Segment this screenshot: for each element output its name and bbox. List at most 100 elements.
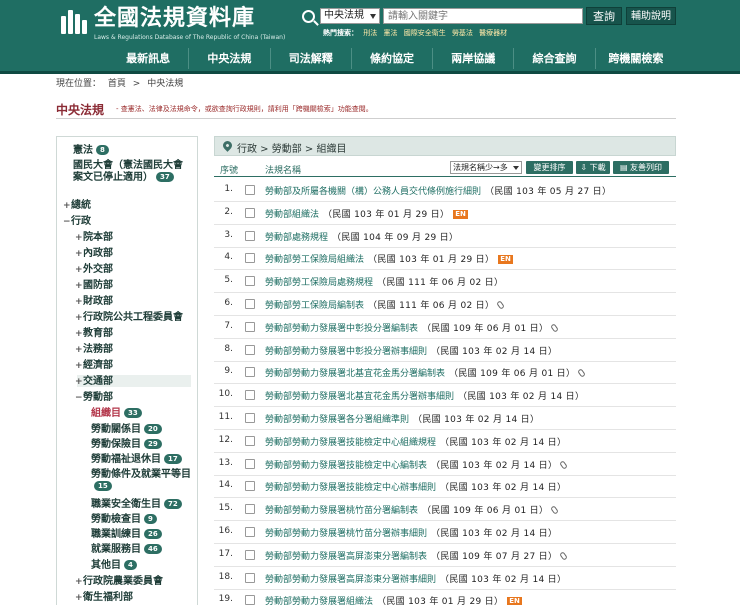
tree-item-organization[interactable]: 組織目 33 — [91, 408, 142, 420]
nav-treaties[interactable]: 條約協定 — [350, 48, 432, 69]
row-checkbox[interactable] — [245, 390, 255, 401]
expand-icon[interactable]: + — [75, 280, 83, 292]
tree-item-labor-insurance[interactable]: 勞動保險目 29 — [91, 439, 162, 451]
row-checkbox[interactable] — [245, 276, 255, 287]
expand-icon[interactable]: + — [75, 264, 83, 276]
search-scope-select[interactable]: 中央法規 — [320, 8, 380, 24]
expand-icon[interactable]: + — [75, 296, 83, 308]
nav-cross-agency-search[interactable]: 跨機關檢索 — [594, 48, 676, 69]
regulation-link[interactable]: 勞動部勞動力發展署高屏澎東分署辦事細則 （民國 103 年 02 月 14 日） — [265, 572, 566, 585]
english-version-badge[interactable]: EN — [453, 209, 468, 219]
breadcrumb-home[interactable]: 首頁 — [108, 79, 126, 89]
regulation-link[interactable]: 勞動部勞動力發展署各分署組織準則 （民國 103 年 02 月 14 日） — [265, 412, 539, 425]
tree-item-national-assembly[interactable]: 國民大會（憲法國民大會案文已停止適用） 37 — [73, 160, 191, 184]
regulation-link[interactable]: 勞動部勞動力發展署技能檢定中心辦事細則 （民國 103 年 02 月 14 日） — [265, 480, 566, 493]
row-checkbox[interactable] — [245, 344, 255, 355]
regulation-link[interactable]: 勞動部處務規程 （民國 104 年 09 月 29 日） — [265, 230, 458, 243]
tree-item-employment-services[interactable]: 就業服務目 46 — [91, 544, 162, 556]
regulation-link[interactable]: 勞動部勞動力發展署技能檢定中心組織規程 （民國 103 年 02 月 14 日） — [265, 435, 566, 448]
row-checkbox[interactable] — [245, 572, 255, 583]
tree-item-health-welfare[interactable]: +衛生福利部 — [75, 592, 133, 604]
regulation-link[interactable]: 勞動部勞動力發展署北基宜花金馬分署辦事細則 （民國 103 年 02 月 14 日… — [265, 389, 584, 402]
change-sort-button[interactable]: 變更排序 — [526, 161, 573, 174]
expand-icon[interactable]: + — [75, 328, 83, 340]
english-version-badge[interactable]: EN — [507, 597, 522, 605]
attachment-icon[interactable] — [559, 551, 569, 561]
row-checkbox[interactable] — [245, 367, 255, 378]
tree-item-others[interactable]: 其他目 4 — [91, 560, 137, 572]
regulation-link[interactable]: 勞動部勞動力發展署北基宜花金馬分署編制表 （民國 109 年 06 月 01 日） — [265, 366, 587, 379]
tree-item-education[interactable]: +教育部 — [75, 328, 113, 340]
nav-judicial-interpretations[interactable]: 司法解釋 — [269, 48, 351, 69]
nav-cross-strait[interactable]: 兩岸協議 — [432, 48, 513, 69]
expand-icon[interactable]: + — [75, 344, 83, 356]
tree-item-defense[interactable]: +國防部 — [75, 280, 113, 292]
expand-icon[interactable]: + — [75, 592, 83, 604]
tree-item-labor-conditions[interactable]: 勞動條件及就業平等目15 — [91, 469, 193, 493]
regulation-link[interactable]: 勞動部勞動力發展署中彰投分署辦事細則 （民國 103 年 02 月 14 日） — [265, 344, 557, 357]
row-checkbox[interactable] — [245, 185, 255, 195]
expand-icon[interactable]: + — [75, 376, 83, 388]
sort-order-select[interactable]: 法規名稱少→多 — [450, 161, 522, 174]
tree-item-public-construction[interactable]: +行政院公共工程委員會 — [75, 312, 183, 324]
tree-item-occupational-safety[interactable]: 職業安全衛生目 72 — [91, 499, 182, 511]
regulation-link[interactable]: 勞動部勞工保險局處務規程 （民國 111 年 06 月 02 日） — [265, 275, 503, 288]
expand-icon[interactable]: + — [63, 200, 71, 212]
tree-item-labor[interactable]: −勞動部 — [75, 392, 113, 404]
row-checkbox[interactable] — [245, 207, 255, 218]
tree-item-agriculture-council[interactable]: +行政院農業委員會 — [75, 576, 163, 588]
expand-icon[interactable]: + — [75, 232, 83, 244]
hot-keyword[interactable]: 醫療器材 — [479, 29, 507, 37]
regulation-link[interactable]: 勞動部勞工保險局編制表 （民國 111 年 06 月 02 日） — [265, 298, 506, 311]
row-checkbox[interactable] — [245, 595, 255, 605]
help-button[interactable]: 輔助說明 — [626, 7, 676, 25]
hot-keyword[interactable]: 刑法 — [363, 29, 377, 37]
attachment-icon[interactable] — [496, 300, 506, 310]
tree-item-labor-inspection[interactable]: 勞動檢查目 9 — [91, 514, 157, 526]
attachment-icon[interactable] — [559, 459, 569, 470]
attachment-icon[interactable] — [577, 368, 587, 379]
regulation-link[interactable]: 勞動部組織法 （民國 103 年 01 月 29 日） EN — [265, 207, 468, 220]
collapse-icon[interactable]: − — [63, 216, 71, 228]
english-version-badge[interactable]: EN — [498, 255, 513, 265]
row-checkbox[interactable] — [245, 458, 255, 469]
expand-icon[interactable]: + — [75, 576, 83, 588]
row-checkbox[interactable] — [245, 504, 255, 515]
hot-keyword[interactable]: 憲法 — [383, 29, 397, 37]
regulation-link[interactable]: 勞動部勞動力發展署高屏澎東分署編制表 （民國 109 年 07 月 27 日） — [265, 549, 569, 562]
row-checkbox[interactable] — [245, 527, 255, 537]
hot-keyword[interactable]: 國際安全衛生 — [404, 29, 446, 37]
tree-item-president[interactable]: +總統 — [63, 200, 91, 212]
regulation-link[interactable]: 勞動部勞動力發展署技能檢定中心編制表 （民國 103 年 02 月 14 日） — [265, 458, 569, 471]
tree-item-labor-relations[interactable]: 勞動關係目 20 — [91, 424, 162, 436]
search-input[interactable] — [383, 8, 583, 24]
row-checkbox[interactable] — [245, 435, 255, 446]
attachment-icon[interactable] — [550, 505, 560, 515]
nav-central-regulations[interactable]: 中央法規 — [188, 48, 269, 69]
hot-keyword[interactable]: 勞基法 — [452, 29, 473, 37]
search-button[interactable]: 查詢 — [586, 7, 622, 25]
collapse-icon[interactable]: − — [75, 392, 83, 404]
print-button[interactable]: ▤ 友善列印 — [613, 161, 669, 174]
regulation-link[interactable]: 勞動部勞動力發展署桃竹苗分署辦事細則 （民國 103 年 02 月 14 日） — [265, 526, 557, 539]
regulation-link[interactable]: 勞動部勞動力發展署組織法 （民國 103 年 01 月 29 日） EN — [265, 594, 522, 605]
attachment-icon[interactable] — [550, 323, 560, 333]
regulation-link[interactable]: 勞動部勞動力發展署桃竹苗分署編制表 （民國 109 年 06 月 01 日） — [265, 503, 560, 516]
expand-icon[interactable]: + — [75, 360, 83, 372]
regulation-link[interactable]: 勞動部勞動力發展署中彰投分署編制表 （民國 109 年 06 月 01 日） — [265, 321, 560, 334]
tree-item-executive-yuan[interactable]: +院本部 — [75, 232, 113, 244]
tree-item-economic-affairs[interactable]: +經濟部 — [75, 360, 113, 372]
tree-item-justice[interactable]: +法務部 — [75, 344, 113, 356]
row-checkbox[interactable] — [245, 413, 255, 423]
tree-item-finance[interactable]: +財政部 — [75, 296, 113, 308]
regulation-link[interactable]: 勞動部及所屬各機關（構）公務人員交代條例施行細則 （民國 103 年 05 月 2… — [265, 184, 611, 197]
expand-icon[interactable]: + — [75, 312, 83, 324]
tree-item-interior[interactable]: +內政部 — [75, 248, 113, 260]
expand-icon[interactable]: + — [75, 248, 83, 260]
tree-item-labor-welfare[interactable]: 勞動福祉退休目 17 — [91, 454, 182, 466]
tree-item-constitution[interactable]: 憲法 8 — [73, 145, 109, 157]
tree-item-transportation[interactable]: +交通部 — [75, 376, 113, 388]
row-checkbox[interactable] — [245, 549, 255, 560]
row-checkbox[interactable] — [245, 299, 255, 309]
tree-item-vocational-training[interactable]: 職業訓練目 26 — [91, 529, 162, 541]
